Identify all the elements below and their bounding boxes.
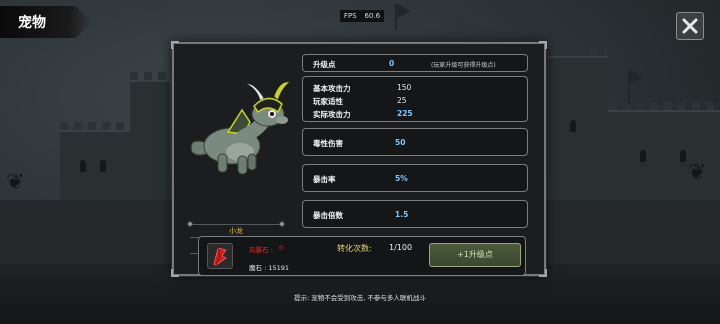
add-upgrade-point-button[interactable]: +1升级点 <box>429 243 521 267</box>
upgrade-points-label: 升级点 <box>313 60 336 69</box>
storm-stone-count: 0 <box>279 244 284 252</box>
upgrade-points-value: 0 <box>389 59 395 68</box>
storm-stone-label: 风暴石 : <box>249 246 273 254</box>
crit-multiplier-box: 暴击倍数 1.5 <box>302 200 528 228</box>
conversion-count-value: 1/100 <box>389 243 413 252</box>
crit-rate-value: 5% <box>395 174 408 183</box>
conversion-bar: 风暴石 : 0 魔石 : 15191 转化次数: 1/100 +1升级点 <box>198 236 526 276</box>
close-button[interactable] <box>676 12 704 40</box>
close-icon <box>682 18 698 34</box>
upgrade-points-hint: (玩家升级可获得升级点) <box>431 62 496 69</box>
base-attack-label: 基本攻击力 <box>313 84 351 93</box>
actual-attack-value: 225 <box>397 109 413 118</box>
stone-item-slot <box>207 243 233 269</box>
aptitude-value: 25 <box>397 96 407 105</box>
fps-label: FPS <box>343 12 357 20</box>
crit-rate-box: 暴击率 5% <box>302 164 528 192</box>
base-attack-value: 150 <box>397 83 412 92</box>
fps-counter: FPS 60.6 <box>340 10 384 22</box>
poison-damage-box: 毒性伤害 50 <box>302 128 528 156</box>
title-bar <box>0 6 92 38</box>
poison-damage-value: 50 <box>395 138 406 147</box>
pet-portrait <box>184 54 296 222</box>
aptitude-label: 玩家适性 <box>313 97 343 106</box>
page-title: 宠物 <box>18 15 46 31</box>
tip-text: 提示: 宠物不会受到攻击, 不参与多人联机战斗 <box>294 294 426 302</box>
pet-panel: 小龙 物理 升级点 0 (玩家升级可获得升级点) 基本攻击力 150 玩家适性 … <box>171 41 547 277</box>
crit-multiplier-label: 暴击倍数 <box>313 211 343 220</box>
red-gem-icon <box>213 247 227 266</box>
fps-value: 60.6 <box>364 12 381 20</box>
dragon-icon <box>190 81 291 175</box>
crit-rate-label: 暴击率 <box>313 175 336 184</box>
poison-damage-label: 毒性伤害 <box>313 139 343 148</box>
conversion-count-label: 转化次数: <box>337 244 372 253</box>
magic-stone-count: 魔石 : 15191 <box>249 264 289 272</box>
attack-stats-box: 基本攻击力 150 玩家适性 25 实际攻击力 225 <box>302 76 528 122</box>
upgrade-points-box: 升级点 0 (玩家升级可获得升级点) <box>302 54 528 72</box>
actual-attack-label: 实际攻击力 <box>313 110 351 119</box>
crit-multiplier-value: 1.5 <box>395 210 409 219</box>
